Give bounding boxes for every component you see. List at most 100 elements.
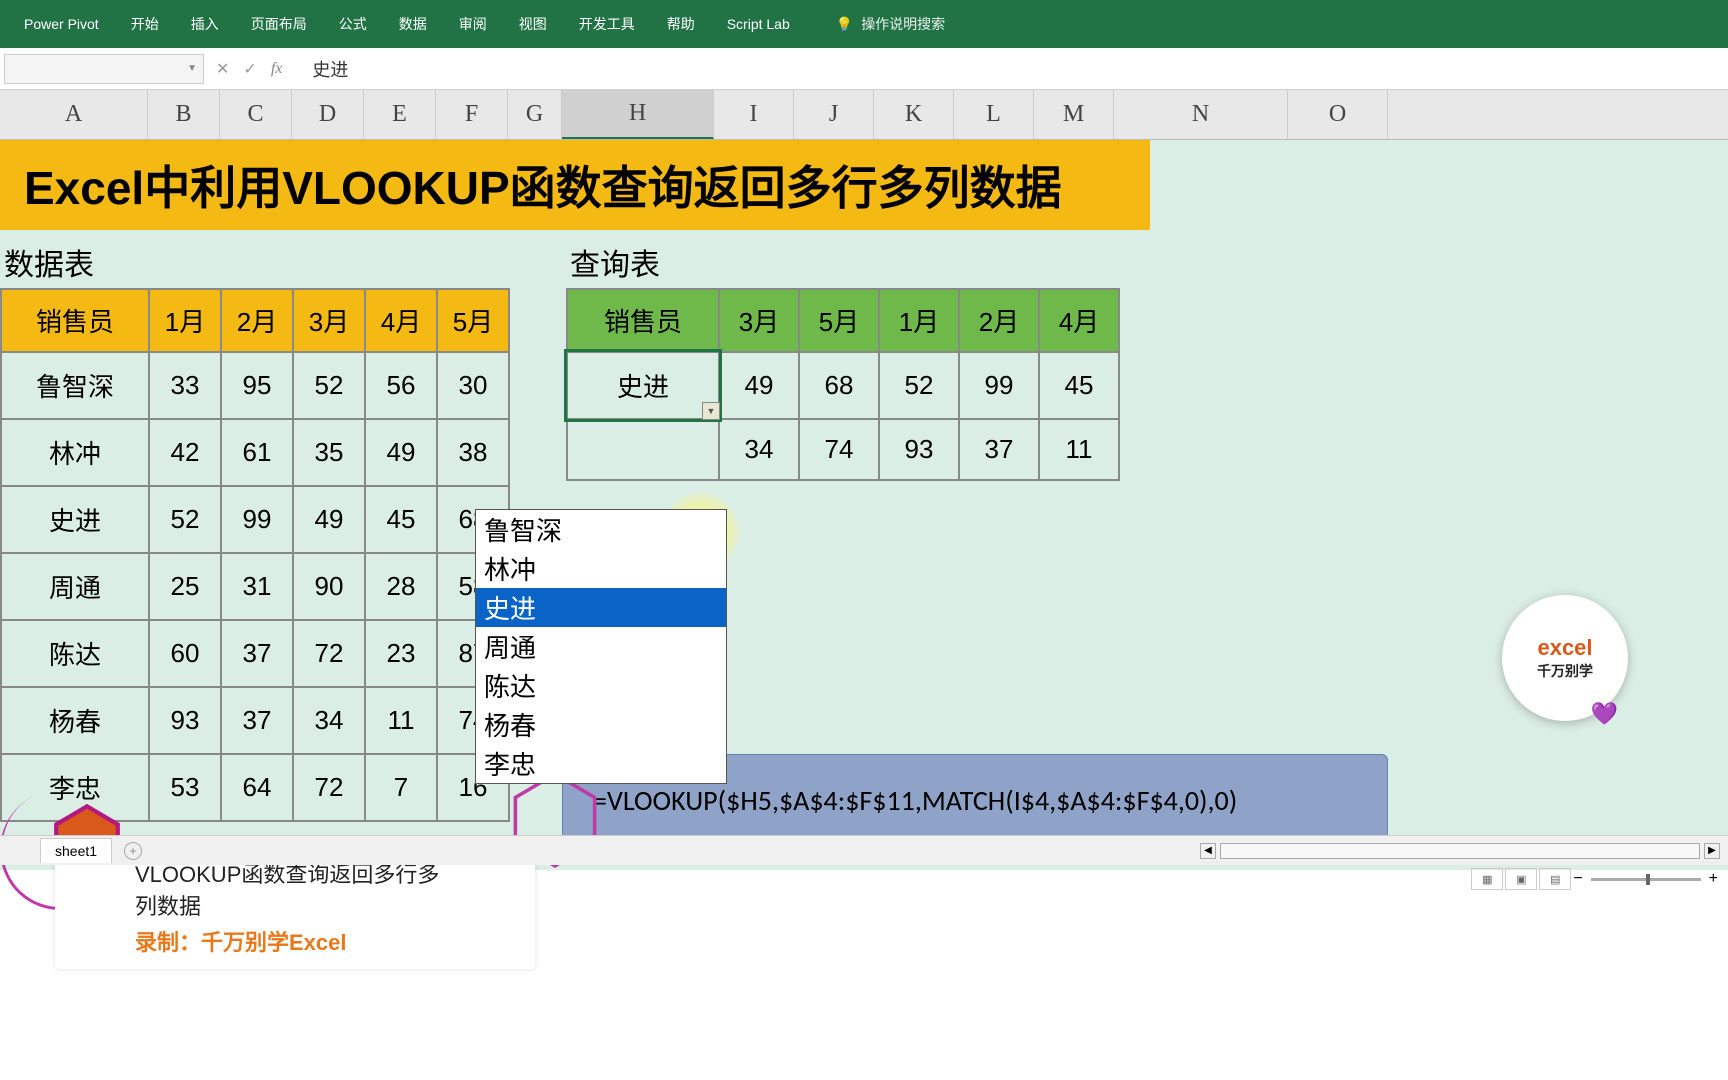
data-cell[interactable]: 25 bbox=[149, 553, 221, 620]
data-cell[interactable]: 11 bbox=[365, 687, 437, 754]
scroll-track[interactable] bbox=[1220, 843, 1700, 859]
data-cell[interactable]: 45 bbox=[365, 486, 437, 553]
tab-pagelayout[interactable]: 页面布局 bbox=[235, 6, 323, 42]
data-cell[interactable]: 72 bbox=[293, 620, 365, 687]
data-cell[interactable]: 42 bbox=[149, 419, 221, 486]
data-cell[interactable]: 35 bbox=[293, 419, 365, 486]
data-cell[interactable]: 林冲 bbox=[1, 419, 149, 486]
data-cell[interactable]: 31 bbox=[221, 553, 293, 620]
data-cell[interactable]: 史进 bbox=[1, 486, 149, 553]
column-header-F[interactable]: F bbox=[436, 90, 508, 139]
fx-icon[interactable]: fx bbox=[271, 60, 283, 78]
scroll-left-icon[interactable]: ◀ bbox=[1200, 843, 1216, 859]
query-cell[interactable]: 74 bbox=[799, 419, 879, 480]
name-box[interactable]: ▼ bbox=[4, 54, 204, 84]
data-cell[interactable]: 鲁智深 bbox=[1, 352, 149, 419]
data-cell[interactable]: 61 bbox=[221, 419, 293, 486]
query-cell[interactable]: 11 bbox=[1039, 419, 1119, 480]
tab-help[interactable]: 帮助 bbox=[651, 6, 711, 42]
enter-icon[interactable]: ✓ bbox=[243, 59, 256, 79]
dropdown-button[interactable]: ▼ bbox=[702, 402, 720, 420]
column-header-O[interactable]: O bbox=[1288, 90, 1388, 139]
data-cell[interactable]: 49 bbox=[293, 486, 365, 553]
query-cell[interactable]: 49 bbox=[719, 352, 799, 419]
page-break-view-icon[interactable]: ▤ bbox=[1539, 868, 1571, 890]
data-cell[interactable]: 34 bbox=[293, 687, 365, 754]
dropdown-option[interactable]: 鲁智深 bbox=[476, 510, 726, 549]
column-header-E[interactable]: E bbox=[364, 90, 436, 139]
data-cell[interactable]: 30 bbox=[437, 352, 509, 419]
column-header-I[interactable]: I bbox=[714, 90, 794, 139]
column-header-L[interactable]: L bbox=[954, 90, 1034, 139]
tab-home[interactable]: 开始 bbox=[115, 6, 175, 42]
data-cell[interactable]: 60 bbox=[149, 620, 221, 687]
data-cell[interactable]: 52 bbox=[293, 352, 365, 419]
column-header-K[interactable]: K bbox=[874, 90, 954, 139]
tab-formulas[interactable]: 公式 bbox=[323, 6, 383, 42]
formula-input[interactable]: 史进 bbox=[312, 56, 1728, 82]
column-header-B[interactable]: B bbox=[148, 90, 220, 139]
column-header-M[interactable]: M bbox=[1034, 90, 1114, 139]
tab-data[interactable]: 数据 bbox=[383, 6, 443, 42]
zoom-out-icon[interactable]: − bbox=[1573, 870, 1582, 888]
query-cell[interactable]: 史进▼ bbox=[567, 352, 719, 419]
data-cell[interactable]: 95 bbox=[221, 352, 293, 419]
data-cell[interactable]: 52 bbox=[149, 486, 221, 553]
dropdown-option[interactable]: 史进 bbox=[476, 588, 726, 627]
data-cell[interactable]: 99 bbox=[221, 486, 293, 553]
query-cell[interactable]: 99 bbox=[959, 352, 1039, 419]
column-header-H[interactable]: H bbox=[562, 90, 714, 139]
sheet-tab[interactable]: sheet1 bbox=[40, 838, 112, 863]
tab-scriptlab[interactable]: Script Lab bbox=[711, 8, 806, 40]
data-cell[interactable]: 38 bbox=[437, 419, 509, 486]
data-cell[interactable]: 64 bbox=[221, 754, 293, 821]
tab-powerpivot[interactable]: Power Pivot bbox=[8, 8, 115, 40]
dropdown-option[interactable]: 周通 bbox=[476, 627, 726, 666]
data-cell[interactable]: 56 bbox=[365, 352, 437, 419]
dropdown-option[interactable]: 林冲 bbox=[476, 549, 726, 588]
tab-insert[interactable]: 插入 bbox=[175, 6, 235, 42]
scroll-right-icon[interactable]: ▶ bbox=[1704, 843, 1720, 859]
dropdown-option[interactable]: 李忠 bbox=[476, 744, 726, 783]
data-cell[interactable]: 37 bbox=[221, 620, 293, 687]
query-cell[interactable]: 93 bbox=[879, 419, 959, 480]
cancel-icon[interactable]: ✕ bbox=[216, 59, 229, 79]
dropdown-option[interactable]: 杨春 bbox=[476, 705, 726, 744]
column-header-C[interactable]: C bbox=[220, 90, 292, 139]
query-cell[interactable]: 34 bbox=[719, 419, 799, 480]
column-header-J[interactable]: J bbox=[794, 90, 874, 139]
query-cell[interactable]: 52 bbox=[879, 352, 959, 419]
normal-view-icon[interactable]: ▦ bbox=[1471, 868, 1503, 890]
data-cell[interactable]: 53 bbox=[149, 754, 221, 821]
data-cell[interactable]: 周通 bbox=[1, 553, 149, 620]
tell-me-search[interactable]: 💡 操作说明搜索 bbox=[836, 14, 945, 34]
data-cell[interactable]: 杨春 bbox=[1, 687, 149, 754]
tab-review[interactable]: 审阅 bbox=[443, 6, 503, 42]
data-cell[interactable]: 7 bbox=[365, 754, 437, 821]
data-cell[interactable]: 72 bbox=[293, 754, 365, 821]
zoom-slider[interactable] bbox=[1591, 878, 1701, 881]
column-header-D[interactable]: D bbox=[292, 90, 364, 139]
column-header-G[interactable]: G bbox=[508, 90, 562, 139]
column-header-A[interactable]: A bbox=[0, 90, 148, 139]
data-cell[interactable]: 33 bbox=[149, 352, 221, 419]
column-header-N[interactable]: N bbox=[1114, 90, 1288, 139]
validation-dropdown[interactable]: 鲁智深林冲史进周通陈达杨春李忠 bbox=[475, 509, 727, 784]
query-cell[interactable]: 37 bbox=[959, 419, 1039, 480]
query-cell[interactable] bbox=[567, 419, 719, 480]
data-cell[interactable]: 93 bbox=[149, 687, 221, 754]
data-cell[interactable]: 23 bbox=[365, 620, 437, 687]
data-cell[interactable]: 37 bbox=[221, 687, 293, 754]
query-cell[interactable]: 45 bbox=[1039, 352, 1119, 419]
data-cell[interactable]: 28 bbox=[365, 553, 437, 620]
query-cell[interactable]: 68 bbox=[799, 352, 879, 419]
data-cell[interactable]: 90 bbox=[293, 553, 365, 620]
horizontal-scroll[interactable]: ◀ ▶ bbox=[1200, 843, 1720, 859]
data-cell[interactable]: 陈达 bbox=[1, 620, 149, 687]
data-cell[interactable]: 49 bbox=[365, 419, 437, 486]
add-sheet-button[interactable]: + bbox=[124, 842, 142, 860]
tab-developer[interactable]: 开发工具 bbox=[563, 6, 651, 42]
page-layout-view-icon[interactable]: ▣ bbox=[1505, 868, 1537, 890]
tab-view[interactable]: 视图 bbox=[503, 6, 563, 42]
dropdown-option[interactable]: 陈达 bbox=[476, 666, 726, 705]
